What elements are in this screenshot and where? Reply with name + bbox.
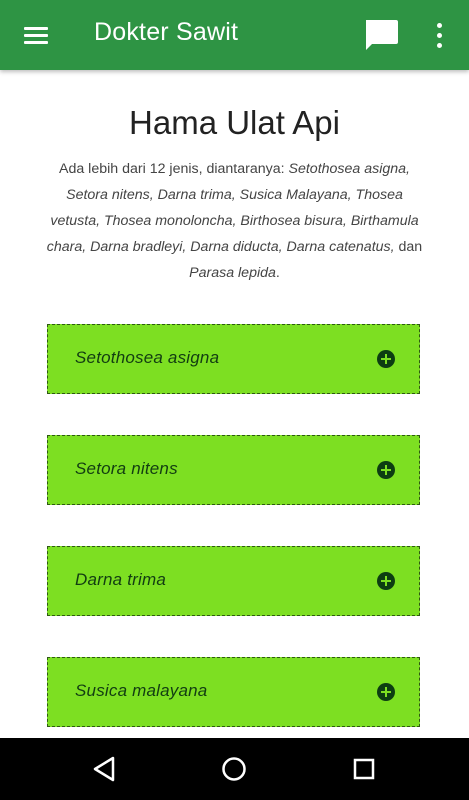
intro-text: Ada lebih dari 12 jenis, diantaranya: Se… [46, 156, 423, 286]
recents-square-icon[interactable] [344, 750, 384, 788]
plus-circle-icon[interactable] [377, 683, 395, 701]
accordion-label: Susica malayana [75, 681, 208, 700]
intro-prefix: Ada lebih dari 12 jenis, diantaranya: [59, 161, 289, 177]
accordion-label: Setora nitens [75, 459, 178, 478]
plus-circle-icon[interactable] [377, 350, 395, 368]
accordion-item-setora-nitens[interactable]: Setora nitens [47, 435, 420, 505]
app-title: Dokter Sawit [94, 18, 239, 46]
plus-circle-icon[interactable] [377, 572, 395, 590]
accordion-item-darna-trima[interactable]: Darna trima [47, 546, 420, 616]
accordion-item-susica-malayana[interactable]: Susica malayana [47, 657, 420, 727]
main-content: Hama Ulat Api Ada lebih dari 12 jenis, d… [0, 70, 469, 738]
system-nav-bar [0, 738, 469, 800]
accordion-label: Setothosea asigna [75, 348, 220, 367]
accordion-label: Darna trima [75, 570, 167, 589]
page-title: Hama Ulat Api [129, 104, 340, 141]
intro-last-species: Parasa lepida [189, 265, 276, 281]
plus-circle-icon[interactable] [377, 461, 395, 479]
accordion-item-setothosea-asigna[interactable]: Setothosea asigna [47, 324, 420, 394]
intro-end: . [275, 265, 280, 281]
app-bar: Dokter Sawit [0, 0, 469, 70]
back-triangle-icon[interactable] [84, 750, 124, 788]
more-vert-icon[interactable] [420, 15, 460, 57]
intro-conjunction: dan [394, 239, 423, 255]
home-circle-icon[interactable] [214, 750, 254, 788]
chat-icon[interactable] [360, 15, 402, 57]
hamburger-menu-icon[interactable] [14, 17, 58, 53]
